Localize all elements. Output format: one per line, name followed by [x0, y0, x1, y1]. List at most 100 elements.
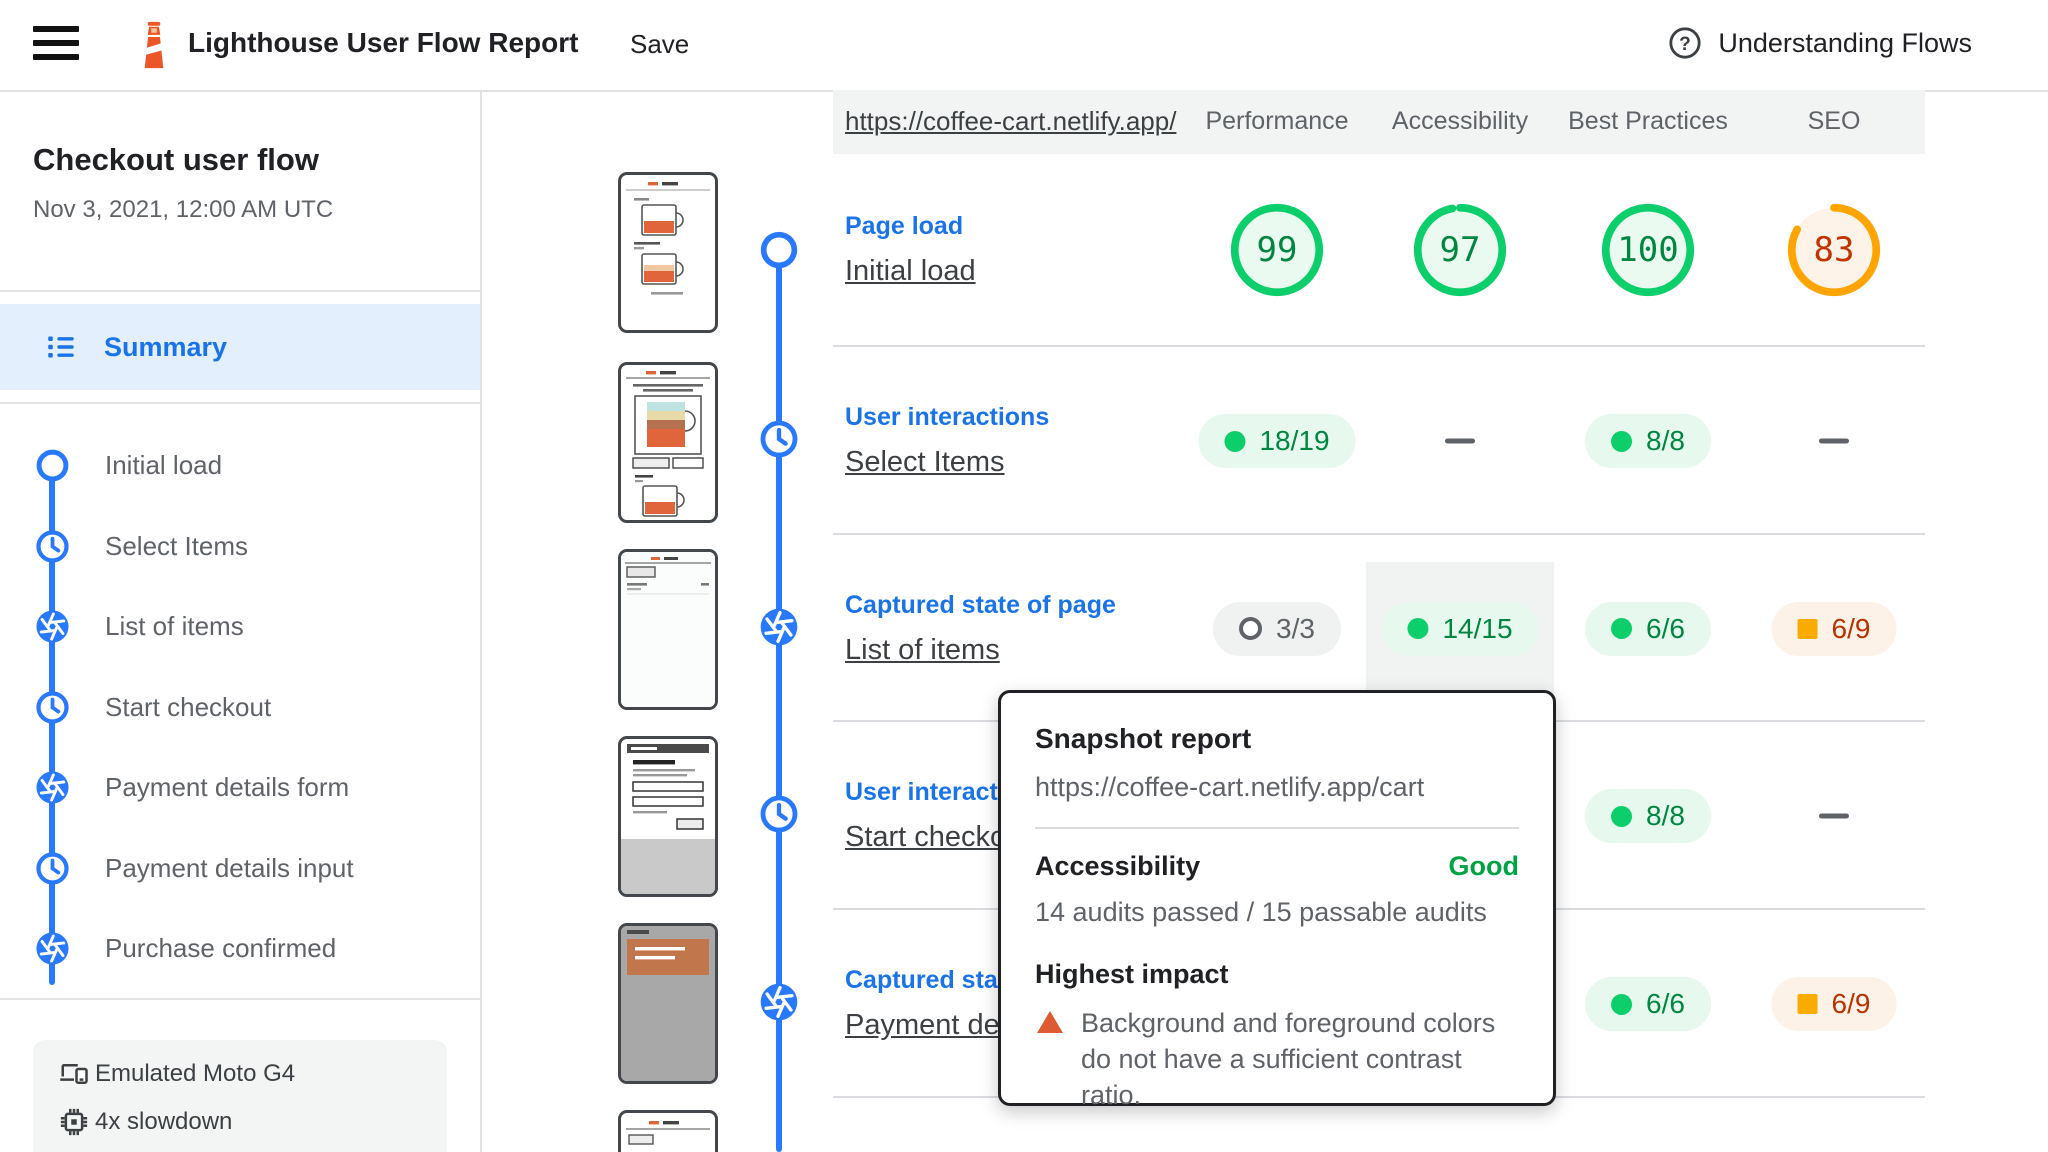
chip-value: 6/9: [1831, 612, 1871, 644]
row-name-link[interactable]: Select Items: [845, 446, 1049, 479]
timespan-clock-icon: [759, 419, 799, 459]
tooltip-rating: Good: [1448, 851, 1519, 881]
env-cpu-label: 4x slowdown: [95, 1108, 233, 1135]
summary-list-icon: [44, 330, 78, 364]
sidebar-item-summary[interactable]: Summary: [0, 304, 480, 390]
table-row-initial-load: Page load Initial load 99 97 100 83: [833, 154, 1925, 345]
screenshot-thumbnail-start-checkout: [618, 736, 718, 897]
gauge-score: 83: [1813, 229, 1855, 270]
cpu-icon: [59, 1107, 89, 1137]
not-applicable-dash: [1445, 438, 1475, 444]
average-square-icon: [1797, 994, 1818, 1014]
tooltip-impact-title: Highest impact: [1035, 959, 1229, 989]
navigation-circle-icon: [35, 448, 70, 483]
env-device-label: Emulated Moto G4: [95, 1060, 296, 1087]
divider: [1035, 827, 1519, 829]
performance-gauge[interactable]: 99: [1229, 202, 1325, 298]
chip-value: 18/19: [1259, 425, 1330, 456]
devices-icon: [59, 1059, 89, 1089]
step-label: Payment details form: [105, 771, 350, 802]
tooltip-impact-text: Background and foreground colors do not …: [1081, 1008, 1496, 1110]
menu-icon[interactable]: [33, 26, 79, 64]
sidebar-step-purchase-confirmed[interactable]: Purchase confirmed: [0, 918, 470, 978]
summary-label: Summary: [104, 331, 228, 362]
timespan-clock-icon: [759, 794, 799, 834]
best-practices-chip[interactable]: 8/8: [1585, 414, 1711, 468]
step-label: Select Items: [105, 530, 249, 561]
top-bar: Lighthouse User Flow Report Save Underst…: [0, 0, 2048, 92]
step-label: Start checkout: [105, 691, 272, 722]
screenshot-thumbnail-initial-load: [618, 172, 718, 333]
snapshot-aperture-icon: [35, 609, 70, 644]
screenshot-thumbnail-payment-details-input: [618, 923, 718, 1084]
snapshot-aperture-icon: [759, 982, 799, 1022]
snapshot-aperture-icon: [35, 770, 70, 805]
navigation-circle-icon: [759, 230, 799, 270]
sidebar-step-list-of-items[interactable]: List of items: [0, 596, 470, 656]
column-accessibility: Accessibility: [1391, 107, 1529, 135]
screenshot-thumbnail-list-of-items: [618, 549, 718, 710]
sidebar: Checkout user flow Nov 3, 2021, 12:00 AM…: [0, 90, 482, 1152]
table-row-select-items: User interactions Select Items 18/19 8/8: [833, 345, 1925, 535]
sidebar-step-payment-details-form[interactable]: Payment details form: [0, 757, 470, 817]
pass-dot-icon: [1407, 618, 1429, 639]
flow-date: Nov 3, 2021, 12:00 AM UTC: [33, 196, 334, 223]
timespan-clock-icon: [35, 690, 70, 725]
table-header: https://coffee-cart.netlify.app/ Perform…: [833, 90, 1925, 154]
best-practices-chip[interactable]: 6/6: [1585, 977, 1711, 1031]
sidebar-step-initial-load[interactable]: Initial load: [0, 435, 470, 495]
best-practices-gauge[interactable]: 100: [1600, 202, 1696, 298]
tooltip-url: https://coffee-cart.netlify.app/cart: [1035, 772, 1425, 802]
step-label: Payment details input: [105, 852, 354, 883]
pass-dot-icon: [1611, 993, 1633, 1015]
column-best-practices: Best Practices: [1568, 107, 1728, 135]
chip-value: 3/3: [1276, 612, 1315, 644]
screenshot-thumbnail-select-items: [618, 362, 718, 523]
row-type-link[interactable]: Captured state of page: [845, 591, 1116, 620]
row-type-link[interactable]: User interactions: [845, 403, 1049, 432]
chip-value: 8/8: [1646, 800, 1685, 831]
accessibility-chip[interactable]: 14/15: [1381, 601, 1539, 656]
row-type-link[interactable]: Page load: [845, 212, 976, 241]
seo-chip[interactable]: 6/9: [1771, 977, 1897, 1031]
timespan-clock-icon: [35, 851, 70, 886]
chip-value: 6/9: [1831, 988, 1871, 1019]
sidebar-step-payment-details-input[interactable]: Payment details input: [0, 838, 470, 898]
column-seo: SEO: [1807, 107, 1861, 135]
chip-value: 6/6: [1646, 612, 1685, 644]
average-square-icon: [1797, 618, 1818, 639]
divider: [0, 290, 480, 292]
sidebar-step-start-checkout[interactable]: Start checkout: [0, 677, 470, 737]
column-performance: Performance: [1205, 107, 1349, 135]
snapshot-aperture-icon: [35, 931, 70, 966]
flow-title: Checkout user flow: [33, 142, 319, 177]
best-practices-chip[interactable]: 8/8: [1585, 789, 1711, 843]
lighthouse-flow-report-app: Lighthouse User Flow Report Save Underst…: [0, 0, 2048, 1152]
env-cpu: 4x slowdown: [33, 1100, 447, 1144]
best-practices-chip[interactable]: 6/6: [1585, 601, 1711, 656]
pass-dot-icon: [1224, 430, 1246, 452]
seo-gauge[interactable]: 83: [1786, 202, 1882, 298]
divider: [0, 998, 480, 1000]
performance-chip[interactable]: 3/3: [1213, 601, 1341, 656]
timespan-clock-icon: [35, 529, 70, 564]
gauge-score: 99: [1256, 229, 1298, 270]
save-button[interactable]: Save: [630, 29, 689, 60]
env-device: Emulated Moto G4: [33, 1052, 447, 1096]
understanding-flows-label: Understanding Flows: [1718, 27, 1972, 58]
performance-chip[interactable]: 18/19: [1198, 414, 1356, 468]
row-name-link[interactable]: Initial load: [845, 255, 976, 288]
tooltip-category: Accessibility: [1035, 851, 1201, 881]
not-applicable-dash: [1819, 813, 1849, 819]
tooltip-title: Snapshot report: [1035, 723, 1252, 754]
seo-chip[interactable]: 6/9: [1771, 601, 1897, 656]
accessibility-gauge[interactable]: 97: [1412, 202, 1508, 298]
sidebar-step-select-items[interactable]: Select Items: [0, 516, 470, 576]
report-url-link[interactable]: https://coffee-cart.netlify.app/: [845, 106, 1176, 137]
step-label: Purchase confirmed: [105, 932, 337, 963]
row-name-link[interactable]: List of items: [845, 634, 1116, 667]
snapshot-report-tooltip: Snapshot report https://coffee-cart.netl…: [998, 690, 1556, 1110]
understanding-flows-link[interactable]: Understanding Flows: [1668, 26, 1972, 60]
screenshot-thumbnail-purchase-confirmed: [618, 1110, 718, 1152]
tooltip-audit-summary: 14 audits passed / 15 passable audits: [1035, 897, 1487, 927]
